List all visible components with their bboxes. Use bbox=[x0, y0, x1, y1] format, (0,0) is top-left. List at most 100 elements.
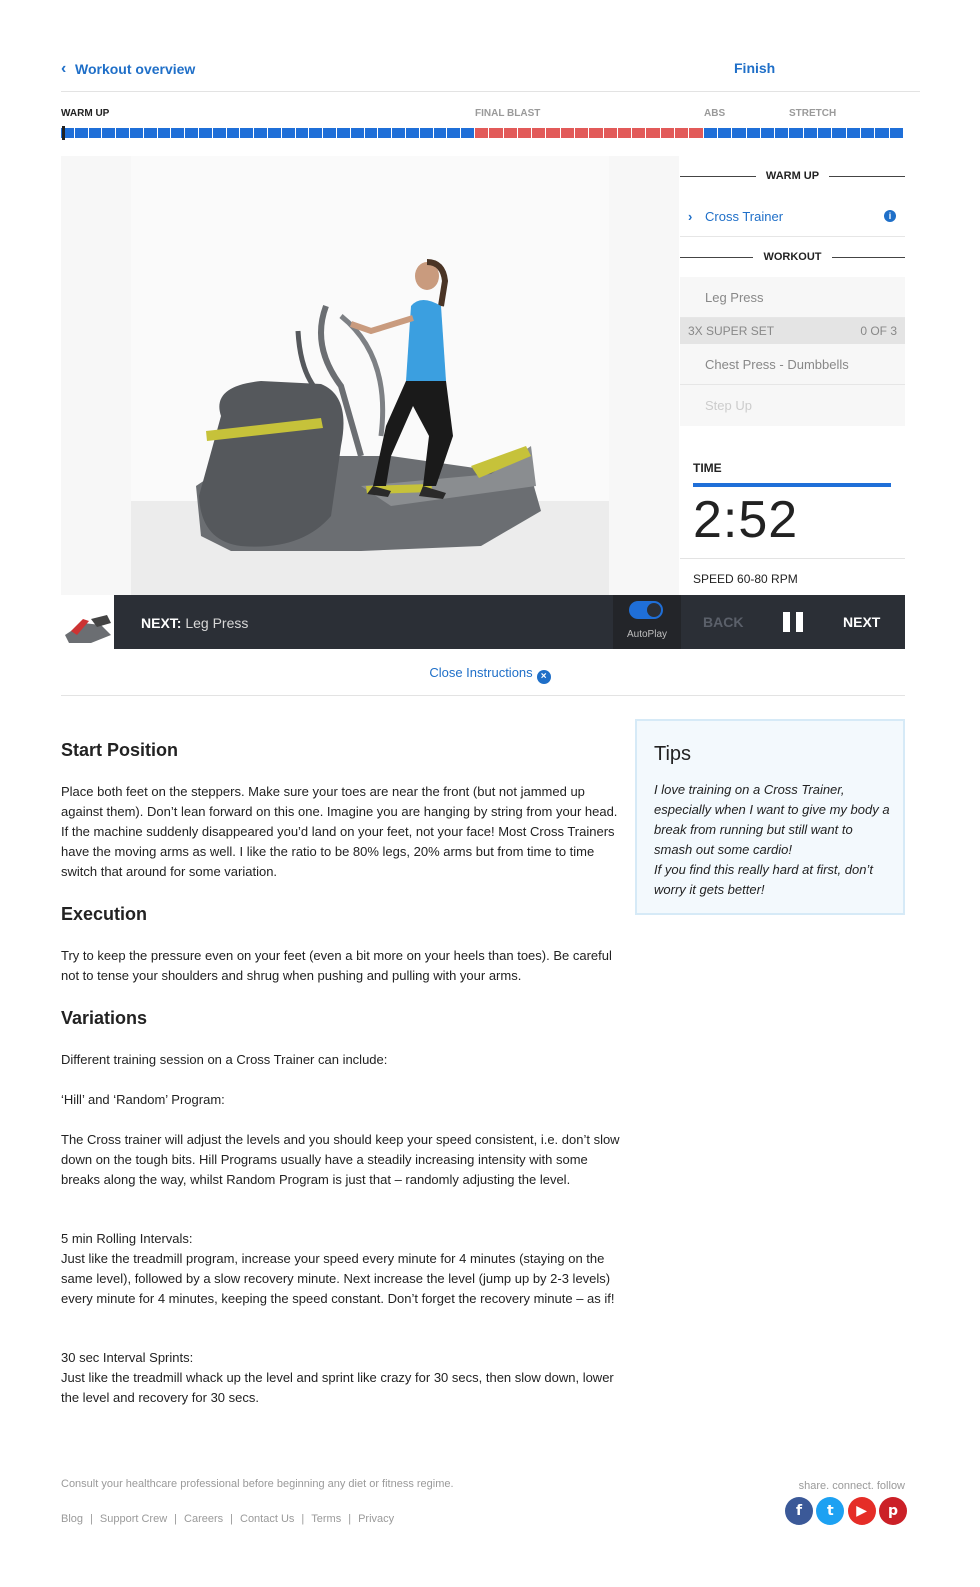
timer-label: TIME bbox=[693, 461, 722, 475]
progress-segment bbox=[832, 128, 847, 138]
next-button[interactable]: NEXT bbox=[843, 614, 880, 630]
facebook-icon[interactable]: f bbox=[785, 1497, 813, 1525]
progress-segment bbox=[818, 128, 833, 138]
superset-label: 3X SUPER SET bbox=[688, 324, 775, 338]
progress-segment bbox=[489, 128, 504, 138]
progress-segment bbox=[675, 128, 690, 138]
progress-segment bbox=[143, 128, 158, 138]
pinterest-icon[interactable]: p bbox=[878, 1497, 907, 1525]
progress-segment bbox=[760, 128, 776, 138]
pause-icon-bar bbox=[796, 612, 803, 632]
progress-segment bbox=[88, 128, 103, 138]
pause-button[interactable] bbox=[783, 612, 803, 632]
footer-link-support-crew[interactable]: Support Crew bbox=[100, 1513, 167, 1525]
progress-segment bbox=[789, 128, 804, 138]
close-instructions-link[interactable]: Close Instructions × bbox=[0, 665, 980, 684]
back-button[interactable]: BACK bbox=[703, 614, 743, 630]
variation-rolling-text: Just like the treadmill program, increas… bbox=[61, 1251, 615, 1306]
top-nav: ‹ Workout overview Finish bbox=[61, 0, 920, 92]
next-exercise-name: Leg Press bbox=[185, 615, 249, 631]
progress-segment bbox=[323, 128, 337, 138]
youtube-icon[interactable]: ▶ bbox=[847, 1497, 876, 1525]
progress-segment bbox=[732, 128, 747, 138]
progress-segment bbox=[364, 128, 379, 138]
footer-links: Blog | Support Crew | Careers | Contact Us |… bbox=[61, 1513, 394, 1525]
exercise-item-chest-press[interactable]: Chest Press - Dumbbells bbox=[680, 344, 905, 385]
progress-segment bbox=[803, 128, 819, 138]
workout-overview-label: Workout overview bbox=[75, 61, 196, 77]
progress-segment bbox=[129, 128, 144, 138]
progress-segment bbox=[860, 128, 876, 138]
progress-segment bbox=[392, 128, 406, 138]
cross-trainer-illustration bbox=[196, 259, 541, 551]
progress-segment bbox=[157, 128, 172, 138]
tips-text-1: I love training on a Cross Trainer, espe… bbox=[654, 782, 890, 857]
progress-segment bbox=[646, 128, 661, 138]
execution-text: Try to keep the pressure even on your fe… bbox=[61, 948, 612, 983]
progress-segment bbox=[254, 128, 268, 138]
tips-text-2: If you find this really hard at first, d… bbox=[654, 862, 873, 897]
exercise-list-panel: WARM UP › Cross Trainer i WORKOUT Leg Pr… bbox=[680, 156, 905, 596]
exercise-item-label: Chest Press - Dumbbells bbox=[705, 356, 849, 372]
footer-link-contact-us[interactable]: Contact Us bbox=[240, 1513, 294, 1525]
progress-segment bbox=[116, 128, 130, 138]
next-exercise-label: NEXT: Leg Press bbox=[141, 615, 248, 631]
exercise-item-cross-trainer[interactable]: › Cross Trainer i bbox=[680, 196, 905, 237]
timer-divider bbox=[680, 558, 905, 559]
start-position-heading: Start Position bbox=[61, 740, 179, 760]
twitter-icon[interactable]: t bbox=[816, 1497, 845, 1525]
exercise-item-label: Leg Press bbox=[705, 289, 764, 305]
chevron-left-icon: ‹ bbox=[61, 60, 67, 77]
info-icon[interactable]: i bbox=[884, 210, 896, 222]
progress-segment bbox=[461, 128, 475, 138]
progress-segment bbox=[846, 128, 861, 138]
exercise-video[interactable] bbox=[61, 156, 679, 596]
progress-segment bbox=[474, 128, 490, 138]
workout-section-heading: WORKOUT bbox=[680, 237, 905, 277]
progress-segment bbox=[350, 128, 365, 138]
execution-heading: Execution bbox=[61, 904, 148, 924]
footer-link-terms[interactable]: Terms bbox=[311, 1513, 341, 1525]
footer-link-blog[interactable]: Blog bbox=[61, 1513, 83, 1525]
player-control-bar: NEXT: Leg Press AutoPlay BACK NEXT bbox=[114, 595, 905, 649]
progress-label-abs: ABS bbox=[704, 108, 726, 119]
tips-text: I love training on a Cross Trainer, espe… bbox=[654, 780, 894, 900]
progress-marker bbox=[62, 126, 65, 140]
separator: | bbox=[301, 1513, 305, 1525]
autoplay-toggle[interactable] bbox=[629, 601, 663, 619]
workout-progress-bar[interactable] bbox=[61, 126, 920, 140]
progress-segment bbox=[295, 128, 310, 138]
progress-segment bbox=[574, 128, 590, 138]
next-exercise-thumbnail[interactable] bbox=[61, 595, 114, 649]
separator: | bbox=[90, 1513, 93, 1525]
timer-value: 2:52 bbox=[693, 491, 799, 549]
progress-segment bbox=[240, 128, 255, 138]
autoplay-control: AutoPlay bbox=[613, 595, 681, 649]
variation-sprints: 30 sec Interval Sprints: Just like the t… bbox=[61, 1348, 621, 1408]
progress-segment bbox=[689, 128, 704, 138]
exercise-item-label: Cross Trainer bbox=[705, 208, 784, 224]
separator: | bbox=[174, 1513, 178, 1525]
progress-segment bbox=[617, 128, 633, 138]
progress-segment bbox=[226, 128, 241, 138]
progress-segment bbox=[336, 128, 351, 138]
progress-segment bbox=[281, 128, 296, 138]
share-text: share. connect. follow bbox=[798, 1480, 905, 1492]
exercise-item-step-up[interactable]: Step Up bbox=[680, 385, 905, 426]
separator: | bbox=[348, 1513, 352, 1525]
autoplay-label: AutoPlay bbox=[626, 629, 668, 640]
footer-link-careers[interactable]: Careers bbox=[184, 1513, 223, 1525]
finish-link[interactable]: Finish bbox=[734, 60, 775, 76]
exercise-item-leg-press[interactable]: Leg Press bbox=[680, 277, 905, 318]
progress-segment bbox=[309, 128, 324, 138]
progress-segment bbox=[171, 128, 186, 138]
progress-segment bbox=[717, 128, 733, 138]
tips-box: Tips I love training on a Cross Trainer,… bbox=[635, 719, 905, 915]
variation-hill-title: ‘Hill’ and ‘Random’ Program: bbox=[61, 1092, 225, 1107]
workout-overview-link[interactable]: ‹ Workout overview bbox=[61, 60, 195, 78]
chevron-right-icon: › bbox=[688, 208, 693, 224]
footer-link-privacy[interactable]: Privacy bbox=[358, 1513, 394, 1525]
progress-segment bbox=[560, 128, 575, 138]
progress-segment bbox=[532, 128, 547, 138]
progress-label-stretch: STRETCH bbox=[789, 108, 837, 119]
